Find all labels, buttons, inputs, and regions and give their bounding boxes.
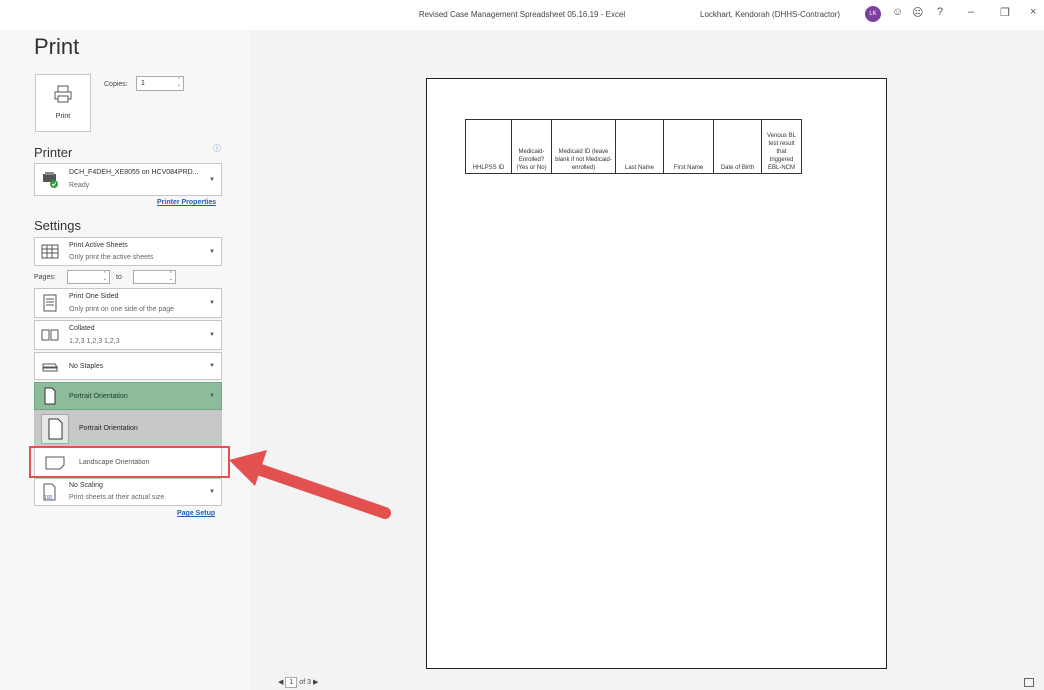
collation-subtitle: 1,2,3 1,2,3 1,2,3 [69, 338, 120, 345]
scaling-title: No Scaling [69, 482, 103, 489]
header-cell: HHLPSS ID [465, 119, 512, 174]
page-title: Print [34, 34, 80, 59]
print-button-label: Print [55, 113, 71, 120]
pages-from-input[interactable]: ⌃ ⌄ [67, 270, 110, 284]
copies-value: 1 [141, 80, 145, 87]
pages-to-label: to [116, 274, 122, 281]
pages-label: Pages: [34, 274, 56, 281]
printer-icon [54, 85, 72, 103]
scaling-page-icon: 100 [43, 483, 56, 501]
spinner-icon[interactable]: ⌃ ⌄ [103, 272, 107, 282]
table-row: HHLPSS ID Medicaid-Enrolled? (Yes or No)… [465, 119, 802, 174]
landscape-highlight-annotation [29, 446, 230, 478]
orientation-dropdown[interactable]: Portrait Orientation ▼ [34, 382, 222, 410]
sides-subtitle: Only print on one side of the page [69, 306, 175, 313]
chevron-down-icon: ▼ [209, 393, 215, 399]
printer-dropdown[interactable]: DCH_F4DEH_XE8055 on HCV084PRD... Ready ▼ [34, 163, 222, 196]
scaling-subtitle: Print sheets at their actual size [69, 494, 165, 501]
header-cell: Last Name [615, 119, 664, 174]
print-what-title: Print Active Sheets [69, 242, 128, 249]
user-name[interactable]: Lockhart, Kendorah (DHHS-Contractor) [700, 10, 840, 19]
previous-page-icon[interactable]: ◀ [278, 679, 283, 686]
document-title: Revised Case Management Spreadsheet 05.1… [418, 10, 626, 19]
one-sided-page-icon [43, 294, 57, 312]
portrait-page-icon [44, 387, 56, 405]
page-setup-link[interactable]: Page Setup [177, 510, 215, 517]
printer-ready-icon [43, 171, 58, 188]
copies-label: Copies: [104, 81, 128, 88]
header-cell: Medicaid ID (leave blank if not Medicaid… [551, 119, 616, 174]
scaling-dropdown[interactable]: 100 No Scaling Print sheets at their act… [34, 478, 222, 506]
spinner-icon[interactable]: ⌃ ⌄ [169, 272, 173, 282]
chevron-down-icon: ▼ [209, 176, 215, 183]
orientation-title: Portrait Orientation [69, 393, 128, 400]
printer-properties-link[interactable]: Printer Properties [157, 199, 216, 206]
avatar[interactable]: LK [865, 6, 881, 22]
printer-name: DCH_F4DEH_XE8055 on HCV084PRD... [69, 169, 199, 176]
menu-item-portrait-orientation[interactable]: Portrait Orientation [35, 411, 221, 447]
print-button[interactable]: Print [35, 74, 91, 132]
current-page-input[interactable]: 1 [285, 677, 298, 688]
restore-icon[interactable]: ❐ [1000, 6, 1010, 19]
print-what-dropdown[interactable]: Print Active Sheets Only print the activ… [34, 237, 222, 266]
pages-to-input[interactable]: ⌃ ⌄ [133, 270, 176, 284]
chevron-down-icon: ▼ [209, 332, 215, 338]
copies-input[interactable]: 1 ⌃ ⌄ [136, 76, 184, 91]
print-what-subtitle: Only print the active sheets [69, 254, 154, 261]
frown-feedback-icon[interactable]: ☹ [912, 6, 923, 19]
smiley-feedback-icon[interactable]: ☺ [892, 6, 903, 18]
header-cell: Venous BL test result that triggered EBL… [761, 119, 802, 174]
chevron-down-icon: ▼ [209, 300, 215, 306]
collation-dropdown[interactable]: Collated 1,2,3 1,2,3 1,2,3 ▼ [34, 320, 222, 350]
next-page-icon[interactable]: ▶ [313, 679, 318, 686]
minimize-icon[interactable]: – [968, 6, 974, 18]
collation-title: Collated [69, 325, 95, 332]
printer-header: Printer [34, 145, 73, 160]
header-cell: First Name [663, 119, 714, 174]
staples-title: No Staples [69, 363, 104, 370]
close-icon[interactable]: × [1030, 6, 1036, 18]
sides-dropdown[interactable]: Print One Sided Only print on one side o… [34, 288, 222, 318]
chevron-down-icon: ▼ [209, 248, 215, 255]
scaling-icon-label: 100 [44, 495, 53, 501]
info-icon[interactable]: ⓘ [213, 143, 221, 154]
red-arrow-annotation [229, 450, 391, 519]
page-count-label: of 3 [299, 679, 311, 686]
show-margins-icon[interactable] [1024, 678, 1034, 687]
header-cell: Medicaid-Enrolled? (Yes or No) [511, 119, 552, 174]
portrait-page-icon [41, 414, 69, 444]
title-bar: Revised Case Management Spreadsheet 05.1… [0, 0, 1044, 30]
stapler-icon [42, 363, 58, 372]
collated-icon [41, 329, 59, 341]
sheet-grid-icon [41, 244, 59, 258]
chevron-down-icon: ▼ [209, 489, 215, 495]
preview-sheet-table: HHLPSS ID Medicaid-Enrolled? (Yes or No)… [465, 119, 802, 174]
settings-header: Settings [34, 218, 81, 233]
copies-spinner-icon[interactable]: ⌃ ⌄ [177, 78, 181, 88]
page-navigator: ◀ 1 of 3 ▶ [278, 677, 318, 688]
menu-item-portrait-label: Portrait Orientation [79, 425, 138, 432]
chevron-down-icon: ▼ [209, 363, 215, 369]
printer-status: Ready [69, 182, 90, 189]
staples-dropdown[interactable]: No Staples ▼ [34, 352, 222, 380]
sides-title: Print One Sided [69, 293, 119, 300]
help-icon[interactable]: ? [937, 6, 943, 18]
print-settings-pane: Print Print Copies: 1 ⌃ ⌄ Printer ⓘ DCH_F… [0, 0, 250, 690]
header-cell: Date of Birth [713, 119, 762, 174]
